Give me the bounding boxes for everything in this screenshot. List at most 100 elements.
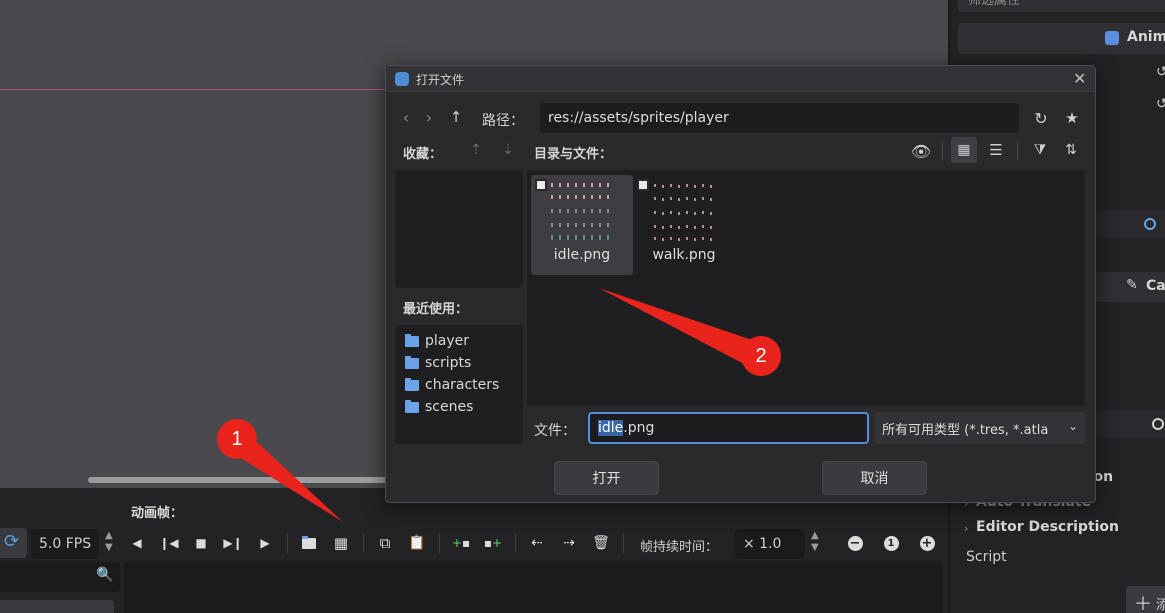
stop-icon[interactable]: ■ bbox=[189, 531, 213, 555]
recent-item-scenes[interactable]: scenes bbox=[405, 399, 473, 415]
play-from-start-icon[interactable]: ▶❙ bbox=[221, 531, 245, 555]
dialog-titlebar: 打开文件 ✕ bbox=[386, 66, 1095, 92]
file-grid[interactable]: idle.png walk.png bbox=[527, 170, 1085, 406]
image-file-icon bbox=[637, 179, 649, 191]
delete-icon[interactable]: 🗑 bbox=[589, 531, 613, 555]
play-backwards-icon[interactable]: ◀ bbox=[125, 531, 149, 555]
toolbar-separator bbox=[623, 533, 624, 553]
recent-item-label: characters bbox=[425, 377, 500, 393]
folder-icon bbox=[405, 377, 419, 391]
fps-value: 5.0 FPS bbox=[39, 536, 92, 552]
file-name-input[interactable]: idle .png bbox=[588, 412, 869, 444]
list-view-icon[interactable]: ☰ bbox=[983, 137, 1009, 163]
circle-icon bbox=[1144, 218, 1156, 230]
file-name: idle.png bbox=[553, 247, 611, 263]
chevron-right-icon: › bbox=[964, 522, 969, 535]
fps-input[interactable]: 5.0 FPS bbox=[31, 529, 99, 559]
canvas-item-label: Ca bbox=[1146, 278, 1165, 294]
add-button[interactable]: ＋ 添 bbox=[1126, 586, 1165, 613]
insert-after-icon[interactable]: ▪ + bbox=[481, 531, 505, 555]
plus-icon: ＋ bbox=[1134, 594, 1152, 613]
toolbar-separator bbox=[515, 533, 516, 553]
open-file-dialog: 打开文件 ✕ ‹ › ↑ 路径： res://assets/sprites/pl… bbox=[385, 65, 1096, 503]
open-button-label: 打开 bbox=[592, 471, 621, 487]
file-name: walk.png bbox=[652, 247, 716, 263]
copy-icon[interactable]: ⧉ bbox=[373, 531, 397, 555]
filter-placeholder: 筛选属性 bbox=[968, 0, 1021, 8]
toolbar-separator bbox=[287, 533, 288, 553]
viewport-horizontal-scrollbar[interactable] bbox=[88, 477, 388, 483]
file-tile-walk[interactable]: walk.png bbox=[633, 175, 735, 275]
godot-logo-icon bbox=[395, 72, 409, 86]
file-name-rest: .png bbox=[623, 420, 655, 436]
image-file-icon bbox=[535, 179, 547, 191]
recent-list[interactable]: player scripts characters scenes bbox=[395, 325, 523, 444]
recent-item-player[interactable]: player bbox=[405, 333, 469, 349]
favorite-star-icon[interactable]: ★ bbox=[1059, 105, 1085, 131]
recent-item-scripts[interactable]: scripts bbox=[405, 355, 471, 371]
godot-node-icon bbox=[1105, 31, 1119, 45]
dialog-title: 打开文件 bbox=[416, 73, 465, 87]
duration-stepper[interactable]: ▲ ▼ bbox=[811, 530, 819, 554]
revert-icon[interactable]: ↺ bbox=[1156, 96, 1165, 112]
chevron-down-icon: ⌄ bbox=[1067, 419, 1078, 433]
circle-icon bbox=[1152, 418, 1164, 430]
revert-icon[interactable]: ↺ bbox=[1156, 64, 1165, 80]
move-left-icon[interactable]: ⇠ bbox=[525, 531, 549, 555]
open-button[interactable]: 打开 bbox=[554, 461, 659, 495]
pencil-icon: ✎ bbox=[1126, 277, 1138, 293]
cancel-button[interactable]: 取消 bbox=[822, 461, 927, 495]
path-label: 路径： bbox=[482, 113, 524, 129]
sort-icon[interactable]: ⇅ bbox=[1058, 137, 1084, 163]
animation-search-input[interactable]: 🔍 bbox=[0, 562, 120, 592]
thumbnail-view-icon[interactable]: ▦ bbox=[951, 137, 977, 163]
sprite-frames-panel: 动画帧： ⟳ 5.0 FPS ▲ ▼ ◀ ❙◀ ■ ▶❙ ▶ ▦ ⧉ 📋 + ▪ ▪… bbox=[0, 488, 948, 613]
script-property-label: Script bbox=[966, 549, 1007, 565]
file-type-filter-select[interactable]: 所有可用类型 (*.tres, *.atla ⌄ bbox=[874, 412, 1086, 444]
play-icon[interactable]: ▶ bbox=[253, 531, 277, 555]
insert-before-icon[interactable]: + ▪ bbox=[449, 531, 473, 555]
refresh-icon[interactable]: ↻ bbox=[1028, 105, 1054, 131]
file-tile-idle[interactable]: idle.png bbox=[531, 175, 633, 275]
load-frames-folder-icon[interactable] bbox=[297, 531, 321, 555]
zoom-out-icon[interactable]: − bbox=[843, 531, 867, 555]
autoplay-toggle[interactable]: ⟳ bbox=[0, 528, 27, 558]
move-right-icon[interactable]: ⇢ bbox=[557, 531, 581, 555]
fps-stepper[interactable]: ▲ ▼ bbox=[105, 530, 113, 554]
annotation-badge-2: 2 bbox=[741, 336, 781, 376]
favorites-label: 收藏： bbox=[403, 147, 443, 162]
path-value: res://assets/sprites/player bbox=[548, 110, 729, 126]
toolbar-separator bbox=[439, 533, 440, 553]
animation-section-header[interactable]: Anima bbox=[958, 23, 1165, 54]
frames-list-area[interactable] bbox=[124, 562, 942, 613]
favorite-up-icon[interactable]: ⇡ bbox=[463, 137, 489, 163]
cancel-button-label: 取消 bbox=[860, 471, 889, 487]
divider bbox=[1017, 142, 1018, 160]
file-label: 文件： bbox=[534, 423, 576, 439]
filter-properties-input[interactable]: 筛选属性 bbox=[958, 0, 1165, 12]
dirs-files-label: 目录与文件： bbox=[534, 147, 613, 162]
favorites-list[interactable] bbox=[395, 170, 523, 288]
forward-icon[interactable]: › bbox=[416, 104, 442, 130]
recent-item-characters[interactable]: characters bbox=[405, 377, 499, 393]
zoom-reset-icon[interactable]: 1 bbox=[879, 531, 903, 555]
folder-icon bbox=[405, 399, 419, 413]
filter-icon[interactable]: ⧩ bbox=[1027, 137, 1053, 163]
editor-description-section[interactable]: Editor Description bbox=[976, 519, 1119, 535]
favorite-down-icon[interactable]: ⇣ bbox=[495, 137, 521, 163]
folder-icon bbox=[405, 355, 419, 369]
recent-item-label: player bbox=[425, 333, 470, 349]
path-input[interactable]: res://assets/sprites/player bbox=[540, 103, 1019, 133]
zoom-in-icon[interactable]: + bbox=[915, 531, 939, 555]
play-backwards-from-end-icon[interactable]: ❙◀ bbox=[157, 531, 181, 555]
parent-folder-icon[interactable]: ↑ bbox=[443, 104, 469, 130]
toggle-hidden-eye-icon[interactable]: 👁 bbox=[908, 138, 934, 164]
loop-icon: ⟳ bbox=[4, 531, 20, 552]
animation-list-item[interactable] bbox=[0, 600, 114, 613]
paste-icon[interactable]: 📋 bbox=[405, 531, 429, 555]
folder-icon bbox=[405, 333, 419, 347]
file-name-selection: idle bbox=[598, 420, 624, 436]
close-icon[interactable]: ✕ bbox=[1073, 69, 1086, 88]
frame-duration-input[interactable]: × 1.0 bbox=[735, 529, 805, 559]
sprite-sheet-grid-icon[interactable]: ▦ bbox=[329, 531, 353, 555]
